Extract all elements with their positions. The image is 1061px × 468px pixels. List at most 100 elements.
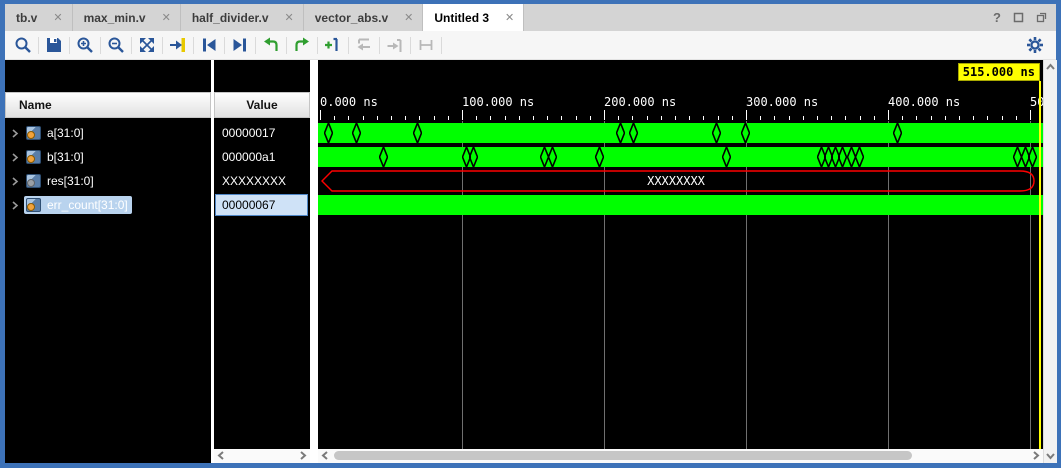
signal-dot <box>27 131 35 139</box>
signal-value-row[interactable]: 00000017 <box>214 121 310 145</box>
scroll-right-icon[interactable] <box>297 450 308 461</box>
scrollbar-thumb[interactable] <box>334 451 912 460</box>
signal-value-row[interactable]: 00000067 <box>214 193 310 217</box>
ruler-tick <box>1016 116 1017 120</box>
maximize-icon[interactable] <box>1013 12 1024 23</box>
toolbar-separator <box>162 37 163 54</box>
signal[interactable]: a[31:0] <box>24 124 88 142</box>
ruler-tick <box>789 116 790 120</box>
tab-close-icon[interactable]: ✕ <box>285 11 294 24</box>
toolbar-separator <box>379 37 380 54</box>
bus-signal-icon <box>26 198 41 212</box>
signal-row[interactable]: err_count[31:0] <box>5 193 211 217</box>
next-transition-icon[interactable] <box>227 34 253 56</box>
ruler-tick <box>987 116 988 120</box>
previous-marker-icon[interactable] <box>258 34 284 56</box>
signal-names-panel: Name a[31:0] b[31:0] res[31:0] err_count[31… <box>5 60 211 463</box>
cursor-line[interactable] <box>1039 81 1041 449</box>
ruler-tick <box>320 110 321 120</box>
signal-row[interactable]: a[31:0] <box>5 121 211 145</box>
float-icon[interactable] <box>1036 12 1047 23</box>
values-horizontal-scrollbar[interactable] <box>214 449 310 463</box>
wave-row-res310[interactable]: XXXXXXXX <box>318 169 1043 193</box>
time-ruler: 0.000 ns100.000 ns200.000 ns300.000 ns40… <box>318 92 1043 121</box>
ruler-tick <box>831 116 832 120</box>
signal-value-row[interactable]: XXXXXXXX <box>214 169 310 193</box>
toolbar-separator <box>286 37 287 54</box>
scroll-left-icon[interactable] <box>320 450 331 461</box>
tab-vector-abs-v[interactable]: vector_abs.v✕ <box>304 4 424 31</box>
scroll-right-icon[interactable] <box>1030 450 1041 461</box>
tab-close-icon[interactable]: ✕ <box>162 11 171 24</box>
ruler-tick <box>959 116 960 120</box>
ruler-tick <box>363 116 364 120</box>
bus-waveform <box>318 147 1043 167</box>
expand-chevron-icon[interactable] <box>11 153 19 162</box>
transition-mark <box>741 123 750 143</box>
toolbar-separator <box>131 37 132 54</box>
zoom-out-icon[interactable] <box>103 34 129 56</box>
zoom-in-icon[interactable] <box>72 34 98 56</box>
zoom-to-cursor-icon[interactable] <box>165 34 191 56</box>
tab-untitled-3[interactable]: Untitled 3✕ <box>423 4 524 31</box>
transition-mark <box>712 123 721 143</box>
panel-splitter[interactable] <box>310 60 318 463</box>
transition-mark <box>855 147 864 167</box>
ruler-tick <box>1030 110 1031 120</box>
scroll-left-icon[interactable] <box>216 450 227 461</box>
signal-name-label: b[31:0] <box>47 150 84 164</box>
tab-label: tb.v <box>16 11 37 25</box>
ruler-tick <box>803 116 804 120</box>
signal-values-panel: Value 00000017 000000a1 XXXXXXXX00000067 <box>214 60 310 449</box>
next-marker-icon[interactable] <box>289 34 315 56</box>
expand-chevron-icon[interactable] <box>11 201 19 210</box>
ruler-tick <box>732 116 733 120</box>
add-marker-icon[interactable] <box>320 34 346 56</box>
waveform-panel[interactable]: 515.000 ns 0.000 ns100.000 ns200.000 ns3… <box>318 60 1043 449</box>
value-edit-field[interactable]: 00000067 <box>215 194 308 216</box>
search-icon[interactable] <box>10 34 36 56</box>
wave-row-err_count310[interactable] <box>318 193 1043 217</box>
tab-max-min-v[interactable]: max_min.v✕ <box>73 4 181 31</box>
transition-mark <box>379 147 388 167</box>
wave-row-b310[interactable] <box>318 145 1043 169</box>
value-column-label: Value <box>246 98 277 112</box>
gear-icon[interactable] <box>1022 34 1048 56</box>
ruler-time-label: 200.000 ns <box>604 95 676 109</box>
signal[interactable]: res[31:0] <box>24 172 98 190</box>
signal[interactable]: b[31:0] <box>24 148 88 166</box>
waveform-horizontal-scrollbar[interactable] <box>318 449 1043 463</box>
save-icon[interactable] <box>41 34 67 56</box>
signal-row[interactable]: res[31:0] <box>5 169 211 193</box>
signal-name-label: a[31:0] <box>47 126 84 140</box>
tab-close-icon[interactable]: ✕ <box>404 11 413 24</box>
tab-tb-v[interactable]: tb.v ✕ <box>5 4 73 31</box>
ruler-tick <box>661 116 662 120</box>
scroll-up-icon[interactable] <box>1044 62 1057 73</box>
help-icon[interactable]: ? <box>993 10 1001 25</box>
expand-chevron-icon[interactable] <box>11 177 19 186</box>
ruler-tick <box>576 116 577 120</box>
name-column-label: Name <box>19 98 52 112</box>
scroll-down-icon[interactable] <box>1044 450 1057 461</box>
tab-close-icon[interactable]: ✕ <box>53 11 62 24</box>
ruler-time-label: 500.000 ns <box>1030 95 1043 109</box>
signal-value-rows: 00000017 000000a1 XXXXXXXX00000067 <box>214 121 310 217</box>
signal-dot <box>27 155 35 163</box>
zoom-fit-icon[interactable] <box>134 34 160 56</box>
tab-close-icon[interactable]: ✕ <box>505 11 514 24</box>
ruler-tick <box>718 116 719 120</box>
vertical-scrollbar[interactable] <box>1043 60 1057 463</box>
wave-row-a310[interactable] <box>318 121 1043 145</box>
tab-half-divider-v[interactable]: half_divider.v✕ <box>181 4 304 31</box>
selected-signal[interactable]: err_count[31:0] <box>24 196 132 214</box>
signal-value-label: 000000a1 <box>222 150 275 164</box>
toolbar-separator <box>410 37 411 54</box>
transition-mark <box>352 123 361 143</box>
ruler-tick <box>604 110 605 120</box>
signal-value-row[interactable]: 000000a1 <box>214 145 310 169</box>
signal-row[interactable]: b[31:0] <box>5 145 211 169</box>
previous-transition-icon[interactable] <box>196 34 222 56</box>
bus-signal-icon <box>26 126 41 140</box>
expand-chevron-icon[interactable] <box>11 129 19 138</box>
